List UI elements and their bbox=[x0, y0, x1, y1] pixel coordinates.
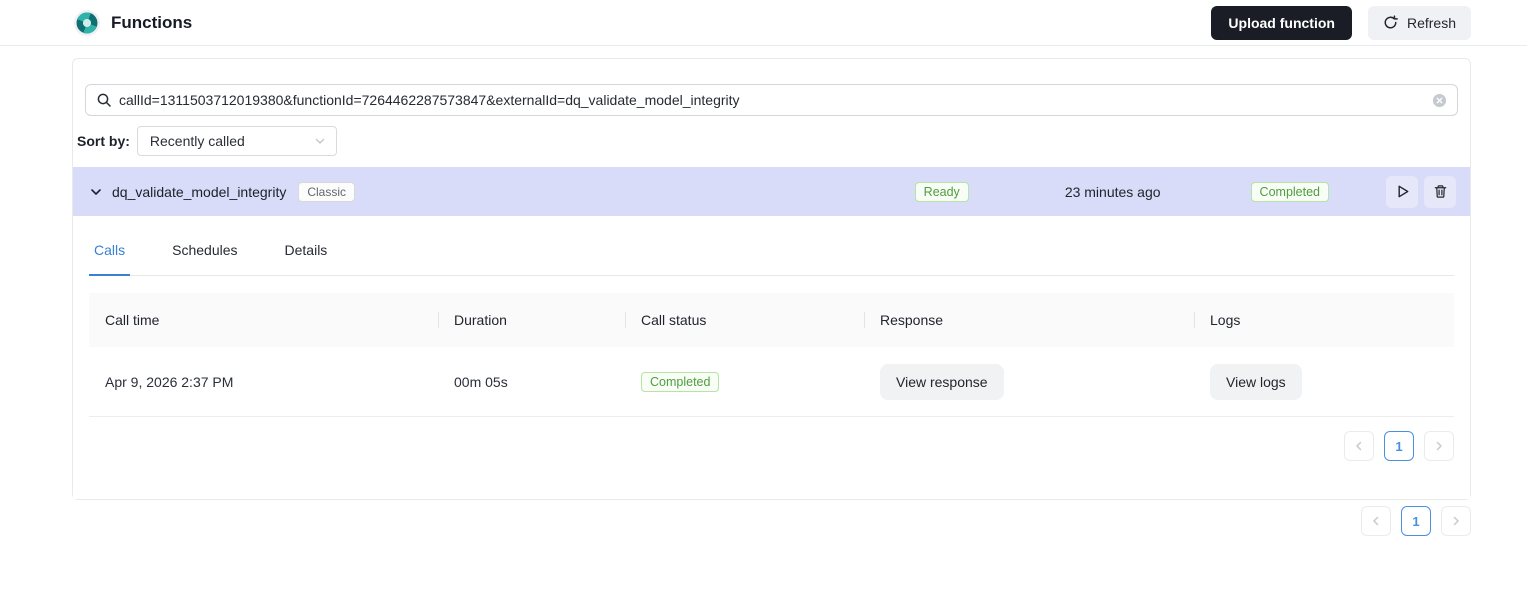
search-icon bbox=[96, 92, 112, 108]
upload-function-button[interactable]: Upload function bbox=[1211, 5, 1352, 40]
column-call-status: Call status bbox=[625, 312, 864, 328]
column-duration: Duration bbox=[438, 312, 625, 328]
page-title: Functions bbox=[111, 12, 193, 32]
tabs-row: Calls Schedules Details bbox=[89, 240, 1454, 276]
function-last-call-status-badge: Completed bbox=[1250, 181, 1329, 202]
functions-app-icon bbox=[74, 9, 100, 36]
call-status-cell: Completed bbox=[625, 371, 864, 392]
page-header: Functions Upload function Refresh bbox=[0, 0, 1527, 46]
calls-table-header: Call time Duration Call status Response … bbox=[89, 293, 1454, 347]
chevron-down-icon bbox=[314, 135, 326, 147]
refresh-button-label: Refresh bbox=[1406, 14, 1456, 31]
function-last-called: 23 minutes ago bbox=[1064, 183, 1161, 200]
delete-function-button[interactable] bbox=[1424, 175, 1456, 208]
sort-selected-value: Recently called bbox=[149, 133, 245, 149]
current-page-button[interactable]: 1 bbox=[1401, 506, 1431, 536]
tab-details[interactable]: Details bbox=[280, 240, 333, 275]
logs-cell: View logs bbox=[1194, 363, 1454, 400]
view-response-button[interactable]: View response bbox=[880, 363, 1004, 400]
tab-calls[interactable]: Calls bbox=[89, 240, 131, 276]
current-page-button[interactable]: 1 bbox=[1384, 431, 1414, 461]
view-logs-button[interactable]: View logs bbox=[1210, 363, 1302, 400]
call-status-badge: Completed bbox=[641, 371, 720, 392]
function-panel-content: Calls Schedules Details Call time Durati… bbox=[73, 216, 1470, 499]
play-icon bbox=[1394, 183, 1411, 200]
response-cell: View response bbox=[864, 363, 1194, 400]
header-actions: Upload function Refresh bbox=[1211, 5, 1471, 40]
function-status-badge: Ready bbox=[914, 181, 969, 202]
column-logs: Logs bbox=[1194, 312, 1454, 328]
clear-search-icon[interactable] bbox=[1432, 93, 1447, 108]
function-panel-header[interactable]: dq_validate_model_integrity Classic Read… bbox=[73, 167, 1470, 216]
prev-page-button[interactable] bbox=[1361, 506, 1391, 536]
sort-by-label: Sort by: bbox=[77, 133, 130, 149]
sort-row: Sort by: Recently called bbox=[77, 126, 1470, 156]
call-time-value: Apr 9, 2026 2:37 PM bbox=[105, 373, 234, 390]
function-type-badge: Classic bbox=[298, 181, 356, 202]
refresh-icon bbox=[1383, 15, 1398, 30]
duration-value: 00m 05s bbox=[454, 373, 508, 390]
functions-list-card: Sort by: Recently called dq_validate_mod… bbox=[72, 58, 1471, 500]
next-page-button[interactable] bbox=[1441, 506, 1471, 536]
search-box bbox=[85, 84, 1458, 116]
calls-pagination: 1 bbox=[89, 431, 1454, 499]
run-function-button[interactable] bbox=[1386, 175, 1418, 208]
collapse-chevron-icon[interactable] bbox=[89, 185, 103, 199]
sort-select[interactable]: Recently called bbox=[136, 126, 337, 156]
refresh-button[interactable]: Refresh bbox=[1367, 5, 1471, 40]
column-response: Response bbox=[864, 312, 1194, 328]
prev-page-button[interactable] bbox=[1344, 431, 1374, 461]
function-name: dq_validate_model_integrity bbox=[112, 183, 287, 200]
next-page-button[interactable] bbox=[1424, 431, 1454, 461]
search-input[interactable] bbox=[119, 92, 1432, 108]
search-row bbox=[85, 84, 1458, 116]
tab-schedules[interactable]: Schedules bbox=[167, 240, 242, 275]
calls-table: Call time Duration Call status Response … bbox=[89, 293, 1454, 417]
column-call-time: Call time bbox=[105, 312, 160, 328]
trash-icon bbox=[1433, 184, 1448, 199]
function-panel: dq_validate_model_integrity Classic Read… bbox=[73, 167, 1470, 499]
table-row: Apr 9, 2026 2:37 PM 00m 05s Completed Vi… bbox=[89, 347, 1454, 417]
functions-list-pagination: 1 bbox=[72, 506, 1471, 536]
